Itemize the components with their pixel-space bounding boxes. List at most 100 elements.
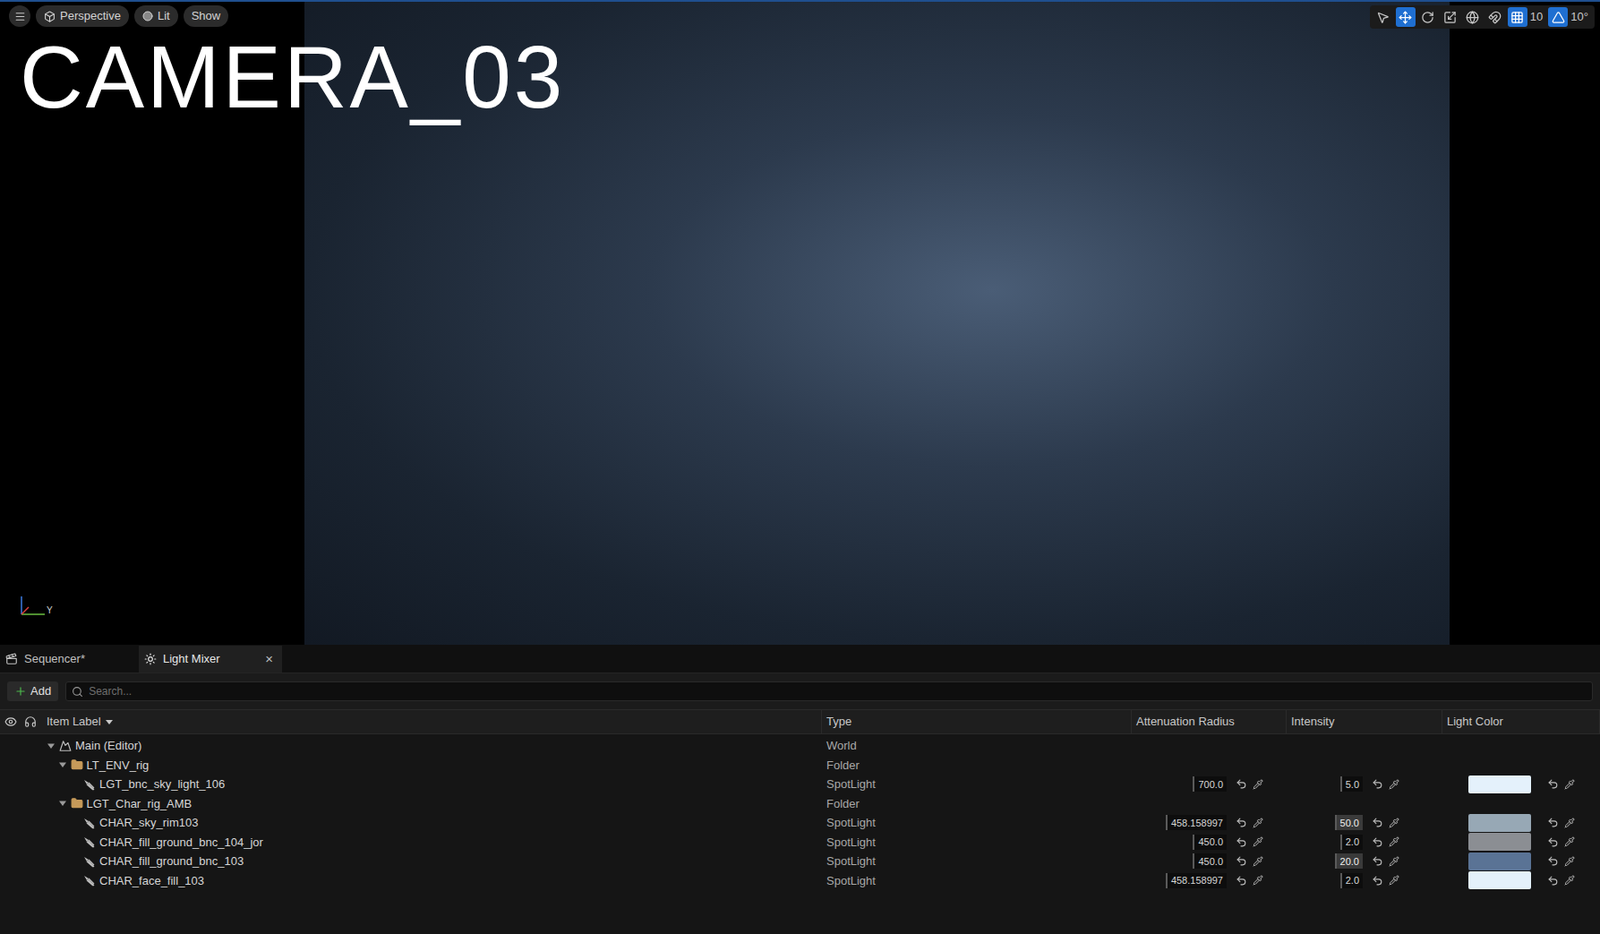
reset-icon[interactable] xyxy=(1547,874,1559,887)
spotlight-icon xyxy=(81,815,96,830)
reset-icon[interactable] xyxy=(1235,874,1248,887)
tool-button[interactable] xyxy=(1440,7,1461,27)
snap-value[interactable]: 10° xyxy=(1570,8,1592,26)
keyframe-icon[interactable] xyxy=(1252,836,1264,848)
light-color-swatch[interactable] xyxy=(1468,871,1532,890)
keyframe-icon[interactable] xyxy=(1564,817,1575,829)
viewport-toolbar-button[interactable]: Lit xyxy=(134,5,179,27)
item-label: LGT_Char_rig_AMB xyxy=(86,795,193,813)
viewport-toolbar-button[interactable]: Show xyxy=(183,5,230,27)
keyframe-icon[interactable] xyxy=(1388,778,1400,790)
reset-icon[interactable] xyxy=(1547,836,1559,848)
keyframe-icon[interactable] xyxy=(1564,836,1575,848)
panel-tab[interactable]: Light Mixer× xyxy=(138,645,283,673)
light-row[interactable]: Main (Editor)World xyxy=(0,735,1600,756)
light-row[interactable]: LGT_bnc_sky_light_106SpotLight700.05.0 xyxy=(0,774,1600,795)
reset-icon[interactable] xyxy=(1235,816,1248,829)
expand-arrow-icon[interactable] xyxy=(58,798,68,808)
column-header[interactable]: Item Label xyxy=(46,712,102,731)
select-icon xyxy=(1376,10,1390,25)
reset-icon[interactable] xyxy=(1371,778,1384,790)
tool-button[interactable]: 10° xyxy=(1548,7,1592,27)
tool-button[interactable] xyxy=(1373,7,1394,27)
attenuation-field[interactable]: 450.0 xyxy=(1192,834,1227,850)
intensity-field[interactable]: 2.0 xyxy=(1340,872,1363,889)
reset-icon[interactable] xyxy=(1547,816,1559,829)
intensity-field[interactable]: 5.0 xyxy=(1340,776,1363,792)
reset-icon[interactable] xyxy=(1547,778,1559,790)
intensity-field[interactable]: 2.0 xyxy=(1340,834,1363,850)
intensity-field[interactable]: 20.0 xyxy=(1334,853,1363,869)
solo-column-icon[interactable] xyxy=(24,715,37,728)
field-actions xyxy=(1235,778,1264,790)
reset-icon[interactable] xyxy=(1371,836,1384,848)
attenuation-field[interactable]: 450.0 xyxy=(1192,853,1227,869)
keyframe-icon[interactable] xyxy=(1388,836,1400,848)
tool-button[interactable] xyxy=(1395,7,1416,27)
keyframe-icon[interactable] xyxy=(1564,778,1575,790)
keyframe-icon[interactable] xyxy=(1252,874,1264,886)
keyframe-icon[interactable] xyxy=(1564,855,1575,867)
reset-icon[interactable] xyxy=(1235,855,1248,867)
keyframe-icon[interactable] xyxy=(1388,855,1400,867)
axis-gizmo: Y xyxy=(16,590,53,618)
attenuation-field[interactable]: 458.158997 xyxy=(1165,872,1227,889)
sort-icon[interactable] xyxy=(104,717,114,727)
tool-button[interactable]: 10 xyxy=(1507,7,1546,27)
attenuation-field[interactable]: 700.0 xyxy=(1192,776,1227,792)
viewport[interactable]: PerspectiveLitShow1010°CAMERA_03Y xyxy=(0,0,1600,645)
close-tab-button[interactable]: × xyxy=(261,649,277,670)
light-color-swatch[interactable] xyxy=(1468,813,1532,832)
search-field[interactable]: Search... xyxy=(65,681,1593,702)
spotlight-icon xyxy=(81,872,96,888)
reset-icon[interactable] xyxy=(1371,874,1384,887)
expand-arrow-icon[interactable] xyxy=(46,741,56,751)
light-color-swatch[interactable] xyxy=(1468,832,1532,851)
keyframe-icon[interactable] xyxy=(1252,855,1264,867)
tool-button[interactable] xyxy=(1418,7,1438,27)
light-row[interactable]: LGT_Char_rig_AMB Folder xyxy=(0,794,1600,814)
light-row[interactable]: CHAR_fill_ground_bnc_104_jorSpotLight450… xyxy=(0,832,1600,853)
column-header[interactable]: Attenuation Radius xyxy=(1131,710,1287,734)
reset-icon[interactable] xyxy=(1547,855,1559,867)
column-header[interactable]: Type xyxy=(821,710,1132,734)
bottom-panel: Sequencer*Light Mixer× Add Search... Item L… xyxy=(0,644,1600,934)
column-header[interactable]: Intensity xyxy=(1286,710,1443,734)
world-icon xyxy=(59,739,72,753)
attenuation-field[interactable]: 458.158997 xyxy=(1165,814,1227,830)
light-row[interactable]: CHAR_fill_ground_bnc_103SpotLight450.020… xyxy=(0,851,1600,872)
reset-icon[interactable] xyxy=(1371,816,1384,829)
light-color-swatch[interactable] xyxy=(1468,852,1532,871)
tool-button[interactable] xyxy=(1463,7,1483,27)
add-button[interactable]: Add xyxy=(7,681,59,702)
light-color-swatch[interactable] xyxy=(1468,775,1532,794)
menu-button[interactable] xyxy=(8,5,31,27)
expand-arrow-icon[interactable] xyxy=(58,760,68,770)
snap-value[interactable]: 10 xyxy=(1530,8,1546,26)
unreal-editor: PerspectiveLitShow1010°CAMERA_03YSequenc… xyxy=(0,0,1600,934)
mixer-toolbar: Add Search... xyxy=(0,673,1600,710)
field-actions xyxy=(1547,778,1575,790)
light-row[interactable]: CHAR_sky_rim103SpotLight458.15899750.0 xyxy=(0,812,1600,833)
reset-icon[interactable] xyxy=(1235,836,1248,848)
field-actions xyxy=(1235,874,1264,887)
panel-tab[interactable]: Sequencer* xyxy=(0,645,139,673)
light-row[interactable]: CHAR_face_fill_103SpotLight458.1589972.0 xyxy=(0,871,1600,891)
menu-icon xyxy=(14,10,26,23)
keyframe-icon[interactable] xyxy=(1388,817,1400,829)
keyframe-icon[interactable] xyxy=(1252,778,1264,790)
viewport-toolbar-button[interactable]: Perspective xyxy=(35,5,129,27)
folder-icon xyxy=(70,758,84,771)
column-header[interactable]: Light Color xyxy=(1442,710,1600,734)
intensity-field[interactable]: 50.0 xyxy=(1334,814,1363,830)
item-type: World xyxy=(821,736,1132,755)
keyframe-icon[interactable] xyxy=(1252,817,1264,829)
item-type: Folder xyxy=(821,795,1132,813)
keyframe-icon[interactable] xyxy=(1564,874,1575,886)
keyframe-icon[interactable] xyxy=(1388,874,1400,886)
reset-icon[interactable] xyxy=(1235,778,1248,790)
visibility-column-icon[interactable] xyxy=(4,715,18,728)
light-row[interactable]: LT_ENV_rigFolder xyxy=(0,755,1600,776)
tool-button[interactable] xyxy=(1485,7,1506,27)
reset-icon[interactable] xyxy=(1371,855,1384,867)
